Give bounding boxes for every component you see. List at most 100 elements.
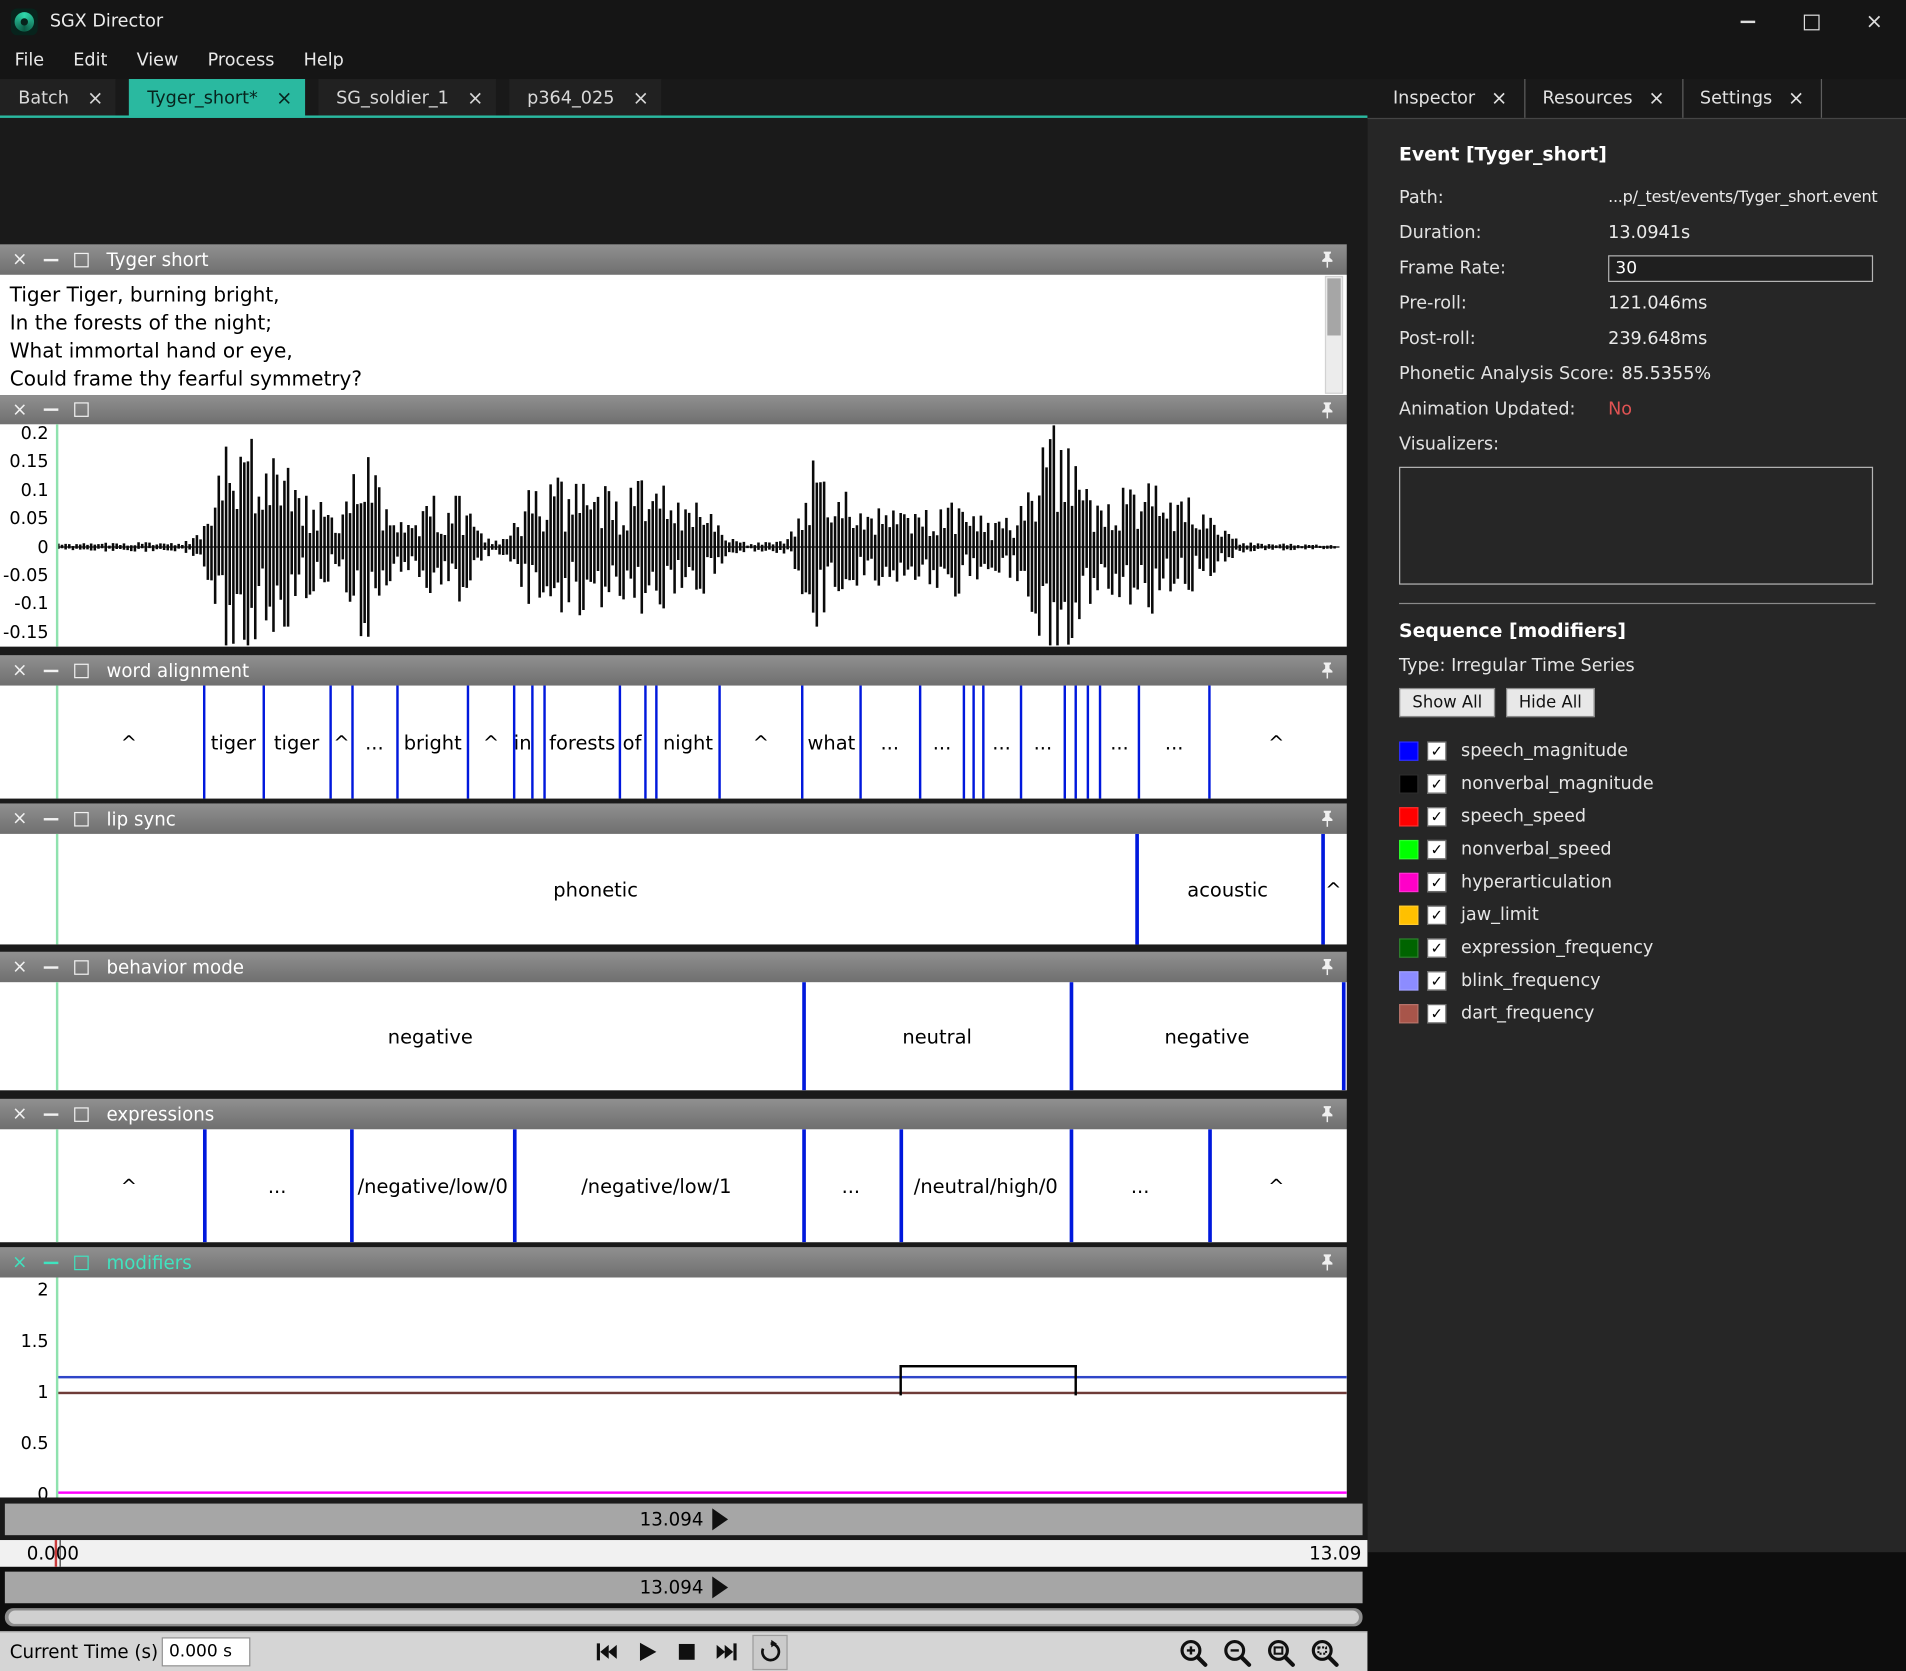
play-button[interactable] (632, 1637, 661, 1666)
panel-maximize-icon[interactable] (74, 1255, 89, 1270)
segment-boundary[interactable] (329, 686, 332, 799)
segment-boundary[interactable] (1208, 686, 1211, 799)
panel-header-word-alignment[interactable]: ×word alignment (0, 655, 1347, 685)
segment-boundary[interactable] (1137, 686, 1140, 799)
segment-boundary[interactable] (859, 686, 862, 799)
segment-boundary[interactable] (512, 1129, 516, 1242)
segment-boundary[interactable] (1020, 686, 1023, 799)
timeline-slider-bottom[interactable]: 13.094 (5, 1572, 1363, 1604)
tab-sg-soldier-1[interactable]: SG_soldier_1× (318, 79, 496, 118)
loop-button[interactable] (752, 1634, 787, 1669)
segment-boundary[interactable] (1069, 1129, 1073, 1242)
panel-minimize-icon[interactable] (43, 669, 58, 671)
panel-content-lip-sync[interactable]: phoneticacoustic^ (0, 834, 1347, 945)
tab-close-icon[interactable]: × (1648, 89, 1664, 108)
vertical-scrollbar[interactable] (1325, 276, 1343, 394)
show-all-button[interactable]: Show All (1399, 688, 1496, 717)
segment-boundary[interactable] (351, 686, 354, 799)
zoom-out-button[interactable] (1220, 1635, 1253, 1668)
segment-boundary[interactable] (972, 686, 975, 799)
timeline-range-bar[interactable]: 0.000 13.09 (0, 1540, 1367, 1567)
panel-minimize-icon[interactable] (43, 817, 58, 819)
minimize-button[interactable] (1716, 0, 1779, 44)
segment-boundary[interactable] (262, 686, 265, 799)
segment-boundary[interactable] (1135, 834, 1139, 945)
panel-tab-resources[interactable]: Resources× (1526, 79, 1683, 118)
panel-close-icon[interactable]: × (12, 1253, 27, 1271)
panel-maximize-icon[interactable] (74, 960, 89, 975)
segment-boundary[interactable] (1321, 834, 1325, 945)
hide-all-button[interactable]: Hide All (1505, 688, 1595, 717)
panel-minimize-icon[interactable] (43, 1113, 58, 1115)
panel-close-icon[interactable]: × (12, 810, 27, 828)
timeline-slider-top[interactable]: 13.094 (5, 1504, 1363, 1536)
panel-content-modifiers[interactable]: 21.510.50 (0, 1277, 1347, 1497)
pin-icon[interactable] (1320, 1105, 1335, 1123)
segment-boundary[interactable] (718, 686, 721, 799)
playhead-cursor[interactable] (56, 1277, 58, 1497)
panel-content-expressions[interactable]: ^.../negative/low/0/negative/low/1.../ne… (0, 1129, 1347, 1242)
playhead-cursor[interactable] (56, 834, 58, 945)
segment-boundary[interactable] (1086, 686, 1089, 799)
panel-header-waveform[interactable]: × (0, 395, 1347, 424)
segment-boundary[interactable] (543, 686, 546, 799)
panel-minimize-icon[interactable] (43, 966, 58, 968)
segment-boundary[interactable] (1099, 686, 1102, 799)
menu-item-view[interactable]: View (122, 44, 193, 79)
series-checkbox[interactable]: ✓ (1427, 741, 1446, 760)
segment-boundary[interactable] (982, 686, 985, 799)
panel-close-icon[interactable]: × (12, 958, 27, 976)
panel-close-icon[interactable]: × (12, 1105, 27, 1123)
play-marker-icon[interactable] (712, 1508, 728, 1530)
time-cursor-marker[interactable] (55, 1540, 57, 1567)
zoom-region-button[interactable] (1308, 1635, 1341, 1668)
tab-close-icon[interactable]: × (1491, 89, 1507, 108)
segment-boundary[interactable] (466, 686, 469, 799)
panel-maximize-icon[interactable] (74, 402, 89, 417)
series-checkbox[interactable]: ✓ (1427, 872, 1446, 891)
pin-icon[interactable] (1320, 1253, 1335, 1271)
series-checkbox[interactable]: ✓ (1427, 774, 1446, 793)
series-checkbox[interactable]: ✓ (1427, 938, 1446, 957)
series-checkbox[interactable]: ✓ (1427, 839, 1446, 858)
segment-boundary[interactable] (349, 1129, 353, 1242)
panel-close-icon[interactable]: × (12, 661, 27, 679)
tab-tyger-short[interactable]: Tyger_short*× (129, 79, 305, 118)
close-button[interactable]: × (1843, 0, 1906, 44)
segment-boundary[interactable] (1069, 982, 1073, 1090)
segment-boundary[interactable] (802, 1129, 806, 1242)
panel-minimize-icon[interactable] (43, 408, 58, 410)
tab-close-icon[interactable]: × (276, 89, 292, 108)
zoom-extents-button[interactable] (1264, 1635, 1297, 1668)
tab-close-icon[interactable]: × (467, 89, 483, 108)
segment-boundary[interactable] (962, 686, 965, 799)
panel-header-transcript[interactable]: ×Tyger short (0, 244, 1347, 274)
panel-header-lip-sync[interactable]: ×lip sync (0, 803, 1347, 833)
segment-boundary[interactable] (203, 686, 206, 799)
segment-boundary[interactable] (1208, 1129, 1212, 1242)
segment-boundary[interactable] (655, 686, 658, 799)
menu-item-process[interactable]: Process (193, 44, 289, 79)
panel-maximize-icon[interactable] (74, 811, 89, 826)
panel-close-icon[interactable]: × (12, 250, 27, 268)
playhead-cursor[interactable] (56, 424, 58, 646)
segment-boundary[interactable] (802, 982, 806, 1090)
segment-boundary[interactable] (1063, 686, 1066, 799)
panel-header-expressions[interactable]: ×expressions (0, 1099, 1347, 1129)
skip-to-start-button[interactable] (592, 1637, 621, 1666)
panel-content-waveform[interactable]: 0.20.150.10.050-0.05-0.1-0.15 (0, 424, 1347, 646)
pin-icon[interactable] (1320, 958, 1335, 976)
panel-close-icon[interactable]: × (12, 401, 27, 419)
series-checkbox[interactable]: ✓ (1427, 1003, 1446, 1022)
segment-boundary[interactable] (202, 1129, 206, 1242)
segment-boundary[interactable] (396, 686, 399, 799)
playhead-cursor[interactable] (56, 686, 58, 799)
playhead-cursor[interactable] (56, 1129, 58, 1242)
panel-tab-inspector[interactable]: Inspector× (1376, 79, 1526, 118)
series-checkbox[interactable]: ✓ (1427, 806, 1446, 825)
scrollbar-thumb[interactable] (9, 1611, 1359, 1624)
menu-item-file[interactable]: File (0, 44, 59, 79)
pin-icon[interactable] (1320, 401, 1335, 419)
panel-content-word-alignment[interactable]: ^tigertiger^...bright^inforestsofnight^w… (0, 686, 1347, 799)
skip-to-end-button[interactable] (712, 1637, 741, 1666)
